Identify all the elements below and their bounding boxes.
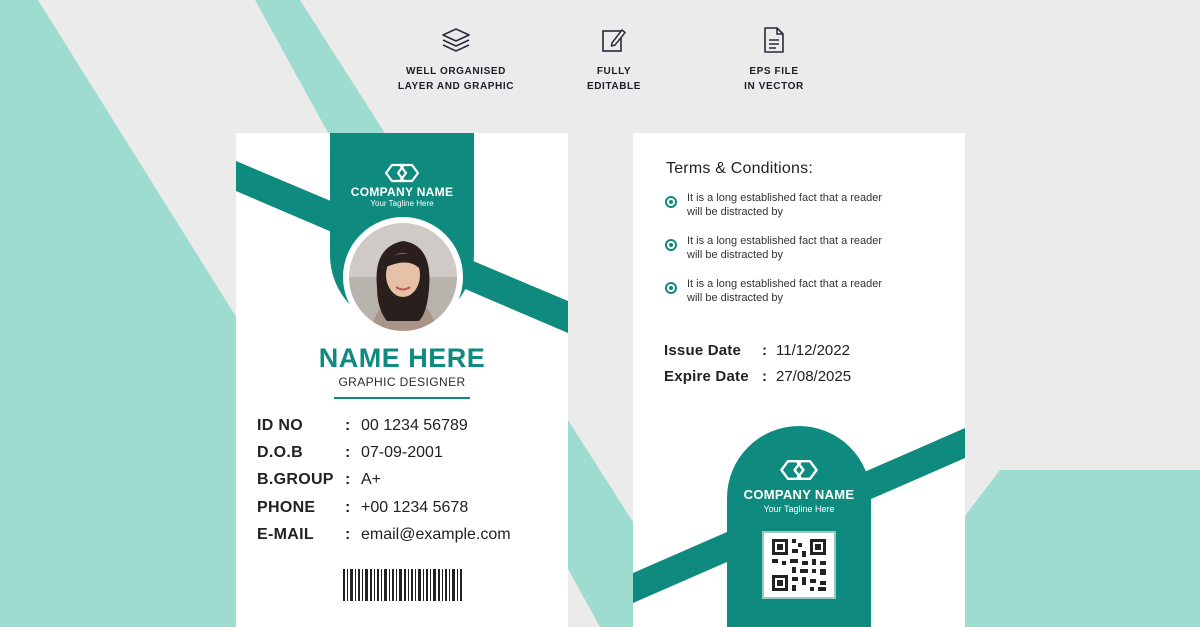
layers-icon (442, 28, 470, 52)
term-item: It is a long established fact that a rea… (665, 191, 940, 223)
edit-icon (602, 29, 626, 52)
term-text: It is a long established fact that a rea… (687, 235, 883, 261)
field-colon: : (345, 526, 351, 543)
name-divider (334, 397, 470, 399)
field-label: D.O.B (257, 444, 303, 461)
expire-date-value: 27/08/2025 (776, 368, 852, 385)
holder-name: NAME HERE (318, 343, 486, 373)
company-logo-icon (780, 459, 818, 481)
feature-layers: WELL ORGANISED LAYER AND GRAPHIC (376, 26, 536, 94)
field-email: E-MAIL : email@example.com (257, 526, 557, 552)
term-item: It is a long established fact that a rea… (665, 234, 940, 266)
term-text: It is a long established fact that a rea… (687, 192, 883, 218)
field-id-no: ID NO : 00 1234 56789 (257, 417, 557, 443)
radio-bullet-icon (665, 239, 677, 251)
field-label: ID NO (257, 417, 303, 434)
person-avatar-icon (345, 219, 461, 335)
company-name: COMPANY NAME (350, 185, 454, 199)
feature-eps: EPS FILE IN VECTOR (694, 26, 854, 94)
field-value: email@example.com (361, 526, 511, 543)
field-colon: : (345, 499, 351, 516)
field-colon: : (345, 471, 351, 488)
field-value: 00 1234 56789 (361, 417, 468, 434)
field-blood-group: B.GROUP : A+ (257, 471, 557, 497)
document-icon (764, 27, 784, 53)
background-shapes (0, 0, 1200, 627)
feature-label: EPS FILE IN VECTOR (744, 66, 804, 92)
field-dob: D.O.B : 07-09-2001 (257, 444, 557, 470)
radio-bullet-icon (665, 282, 677, 294)
barcode-icon (343, 569, 462, 601)
profile-photo (343, 217, 463, 337)
radio-bullet-icon (665, 196, 677, 208)
company-name: COMPANY NAME (743, 487, 855, 502)
field-label: PHONE (257, 499, 316, 516)
qr-code (762, 531, 836, 599)
term-text: It is a long established fact that a rea… (687, 278, 883, 304)
issue-date-label: Issue Date (664, 342, 742, 359)
field-value: +00 1234 5678 (361, 499, 469, 516)
feature-editable: FULLY EDITABLE (534, 26, 694, 94)
id-card-back: Terms & Conditions: It is a long establi… (633, 133, 965, 627)
field-value: 07-09-2001 (361, 444, 443, 461)
field-colon: : (345, 417, 351, 434)
issue-date-value: 11/12/2022 (776, 342, 850, 359)
expire-date-label: Expire Date (664, 368, 749, 385)
company-tagline: Your Tagline Here (763, 504, 835, 514)
terms-title: Terms & Conditions: (666, 160, 813, 177)
date-colon: : (762, 342, 768, 359)
holder-role: GRAPHIC DESIGNER (338, 375, 466, 389)
company-tagline: Your Tagline Here (370, 199, 434, 208)
feature-label: FULLY EDITABLE (586, 66, 642, 92)
field-label: B.GROUP (257, 471, 334, 488)
field-label: E-MAIL (257, 526, 314, 543)
field-value: A+ (361, 471, 382, 488)
date-colon: : (762, 368, 768, 385)
id-card-front: COMPANY NAME Your Tagline Here NAME HERE… (236, 133, 568, 627)
field-phone: PHONE : +00 1234 5678 (257, 499, 557, 525)
company-logo-icon (384, 163, 420, 183)
term-item: It is a long established fact that a rea… (665, 277, 940, 309)
feature-label: WELL ORGANISED LAYER AND GRAPHIC (397, 66, 515, 92)
field-colon: : (345, 444, 351, 461)
qr-code-icon (772, 539, 826, 591)
